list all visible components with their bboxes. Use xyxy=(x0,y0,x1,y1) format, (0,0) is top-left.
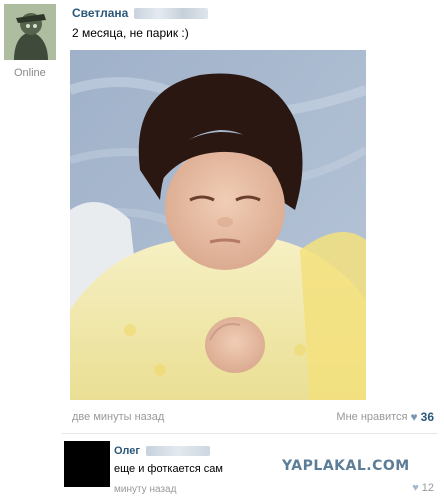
site-watermark: YAPLAKAL.COM xyxy=(282,458,410,474)
heart-icon: ♥ xyxy=(412,482,419,494)
online-status: Online xyxy=(14,67,46,79)
comment-author-name[interactable]: Олег xyxy=(114,445,140,457)
post-like-count: 36 xyxy=(420,410,434,424)
heart-icon: ♥ xyxy=(410,410,418,424)
like-label: Мне нравится xyxy=(336,411,408,423)
comment-divider xyxy=(62,433,438,434)
post-text: 2 месяца, не парик :) xyxy=(72,26,189,40)
post-like-button[interactable]: Мне нравится ♥ 36 xyxy=(336,410,434,424)
comment-like-button[interactable]: ♥ 12 xyxy=(412,482,434,494)
post-timestamp[interactable]: две минуты назад xyxy=(72,411,164,423)
comment-timestamp[interactable]: минуту назад xyxy=(114,484,176,495)
comment-text: еще и фоткается сам xyxy=(114,463,223,475)
post-author-name[interactable]: Светлана xyxy=(72,6,128,20)
post-photo[interactable] xyxy=(70,50,366,400)
comment-like-count: 12 xyxy=(421,482,434,494)
author-avatar[interactable] xyxy=(4,4,56,60)
comment-author-avatar[interactable] xyxy=(64,441,110,487)
comment-surname-blurred xyxy=(146,446,210,456)
author-surname-blurred xyxy=(134,8,208,19)
